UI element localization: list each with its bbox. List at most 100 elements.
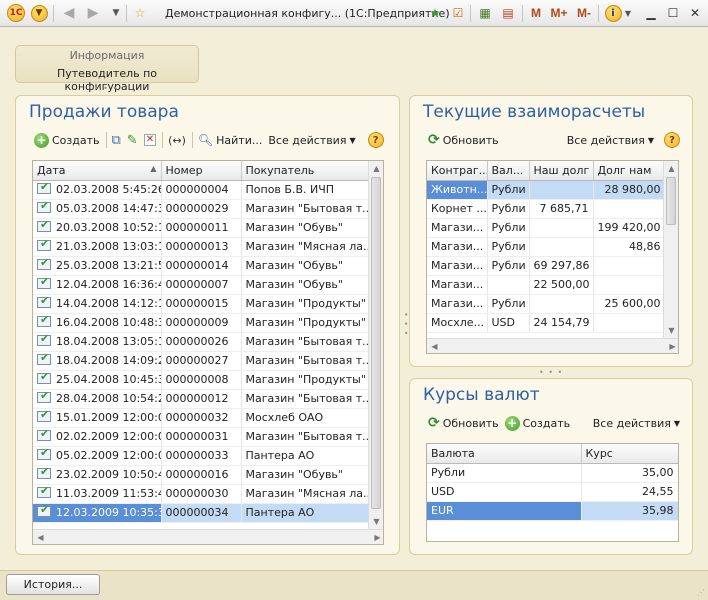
forward-button[interactable]: ▶ — [84, 3, 102, 23]
table-row[interactable]: Магази... Рубли 25 600,00 — [427, 294, 666, 314]
scroll-right-icon[interactable]: ▶ — [370, 530, 383, 544]
cell-currency: Рубли — [487, 237, 530, 257]
favorites-star-icon[interactable]: ☆ — [131, 3, 149, 23]
table-row[interactable]: 02.02.2009 12:00:00000000031Магазин "Быт… — [33, 427, 370, 447]
table-row[interactable]: USD 24,55 — [427, 482, 678, 502]
table-row[interactable]: 02.03.2008 5:45:26000000004Попов Б.В. ИЧ… — [33, 180, 370, 200]
scroll-up-icon[interactable]: ▲ — [369, 161, 383, 176]
cell-date: 11.03.2009 11:53:48 — [33, 484, 162, 504]
info-button[interactable]: i — [603, 3, 623, 23]
table-row[interactable]: Рубли 35,00 — [427, 463, 678, 483]
memory-button[interactable]: M — [529, 3, 543, 23]
add-favorite-star-icon[interactable]: ★ — [426, 3, 444, 23]
create-button[interactable]: + Создать — [504, 415, 570, 431]
post-button[interactable]: (↔) — [168, 134, 186, 147]
column-header-counterparty[interactable]: Контраг... — [427, 161, 488, 181]
scroll-thumb[interactable] — [666, 177, 676, 225]
history-dropdown-button[interactable]: ▼ — [107, 3, 125, 23]
splitter-handle[interactable]: • • • — [539, 368, 563, 377]
chevron-down-icon: ▼ — [349, 135, 356, 145]
table-row[interactable]: Магази... Рубли 48,86 — [427, 237, 666, 257]
memory-add-button[interactable]: M+ — [548, 3, 570, 23]
cell-date: 23.02.2009 10:50:42 — [33, 465, 162, 485]
info-dropdown-button[interactable]: ▼ — [623, 3, 633, 23]
maximize-icon[interactable]: ☐ — [664, 3, 682, 23]
cell-our-debt — [529, 294, 594, 314]
column-header-buyer[interactable]: Покупатель — [241, 161, 370, 181]
table-row[interactable]: Магази... Рубли 69 297,86 — [427, 256, 666, 276]
sales-table[interactable]: Дата▲ Номер Покупатель 02.03.2008 5:45:2… — [32, 160, 384, 545]
scroll-down-icon[interactable]: ▼ — [664, 323, 678, 338]
calculator-icon[interactable]: ▦ — [476, 3, 494, 23]
scroll-right-icon[interactable]: ▶ — [665, 339, 678, 353]
scroll-up-icon[interactable]: ▲ — [664, 161, 678, 176]
table-row[interactable]: 16.04.2008 10:48:32000000009Магазин "Про… — [33, 313, 370, 333]
table-row[interactable]: 12.04.2008 16:36:49000000007Магазин "Обу… — [33, 275, 370, 295]
column-header-date[interactable]: Дата ▲ — [33, 161, 162, 181]
table-row[interactable]: EUR 35,98 — [427, 501, 678, 521]
delete-button[interactable]: ✕ — [143, 134, 157, 146]
column-header-debt-to-us[interactable]: Долг нам — [593, 161, 666, 181]
table-row[interactable]: 25.04.2008 10:45:37000000008Магазин "Про… — [33, 370, 370, 390]
column-header-our-debt[interactable]: Наш долг — [529, 161, 594, 181]
column-header-currency[interactable]: Валюта — [427, 444, 582, 464]
calendar-icon[interactable]: ▤ — [499, 3, 517, 23]
cell-currency: Рубли — [487, 218, 530, 238]
currency-rates-table[interactable]: Валюта Курс Рубли 35,00 USD 24,55 EUR 35,98 — [426, 443, 679, 542]
table-row[interactable]: Корнет ... Рубли 7 685,71 — [427, 199, 666, 219]
cell-currency: Рубли — [427, 463, 582, 483]
table-row[interactable]: 05.02.2009 12:00:00000000033Пантера АО — [33, 446, 370, 466]
table-row[interactable]: 12.03.2009 10:35:33000000034Пантера АО — [33, 503, 370, 523]
table-row[interactable]: Мосхле... USD 24 154,79 — [427, 313, 666, 333]
find-button[interactable]: 🔍︎ Найти... — [198, 133, 262, 147]
table-row[interactable]: 11.03.2009 11:53:48000000030Магазин "Мяс… — [33, 484, 370, 504]
table-row[interactable]: Животн... Рубли 28 980,00 — [427, 180, 666, 200]
table-row[interactable]: 28.04.2008 10:54:24000000012Магазин "Быт… — [33, 389, 370, 409]
main-menu-button[interactable]: ▼ — [29, 3, 49, 23]
back-button[interactable]: ◀ — [60, 3, 78, 23]
table-row[interactable]: Магази... Рубли 199 420,00 — [427, 218, 666, 238]
table-row[interactable]: 20.03.2008 10:52:18000000011Магазин "Обу… — [33, 218, 370, 238]
scroll-left-icon[interactable]: ◀ — [33, 530, 48, 544]
table-row[interactable]: 14.04.2008 14:12:14000000015Магазин "Про… — [33, 294, 370, 314]
all-actions-button[interactable]: Все действия ▼ — [268, 134, 355, 147]
table-row[interactable]: 05.03.2008 14:47:38000000029Магазин "Быт… — [33, 199, 370, 219]
table-row[interactable]: 21.03.2008 13:03:11000000013Магазин "Мяс… — [33, 237, 370, 257]
settlements-table[interactable]: Контраг... Вал... Наш долг Долг нам Живо… — [426, 160, 679, 354]
vertical-scrollbar[interactable]: ▲ ▼ — [368, 161, 383, 529]
column-header-rate[interactable]: Курс — [581, 444, 678, 464]
refresh-button[interactable]: ⟳ Обновить — [428, 416, 499, 430]
table-row[interactable]: 23.02.2009 10:50:42000000016Магазин "Обу… — [33, 465, 370, 485]
app-logo-icon[interactable]: 1С — [5, 3, 27, 23]
vertical-scrollbar[interactable]: ▲ ▼ — [663, 161, 678, 338]
edit-button[interactable]: ✎ — [127, 134, 138, 147]
history-button[interactable]: История... — [6, 574, 100, 595]
splitter-handle[interactable]: • • • — [94, 84, 118, 93]
table-row[interactable]: 15.01.2009 12:00:00000000032Мосхлеб ОАО — [33, 408, 370, 428]
copy-button[interactable]: ⧉ — [112, 134, 121, 147]
horizontal-scrollbar[interactable]: ◀ ▶ — [33, 529, 383, 544]
create-button[interactable]: + Создать — [34, 132, 100, 148]
settlements-panel: Текущие взаиморасчеты ⟳ Обновить Все дейс… — [409, 95, 693, 367]
cell-date: 05.03.2008 14:47:38 — [33, 199, 162, 219]
refresh-button[interactable]: ⟳ Обновить — [428, 133, 499, 147]
all-actions-button[interactable]: Все действия ▼ — [593, 417, 680, 430]
horizontal-scrollbar[interactable]: ◀ ▶ — [427, 338, 678, 353]
minimize-icon[interactable]: ▁ — [642, 3, 660, 23]
close-icon[interactable]: ✕ — [686, 3, 704, 23]
table-row[interactable]: 18.04.2008 14:09:20000000027Магазин "Быт… — [33, 351, 370, 371]
help-button[interactable]: ? — [367, 132, 384, 148]
resize-grip-icon[interactable]: ⋰ — [697, 588, 705, 597]
table-row[interactable]: Магази... 22 500,00 — [427, 275, 666, 295]
table-row[interactable]: 25.03.2008 13:21:56000000014Магазин "Обу… — [33, 256, 370, 276]
memory-subtract-button[interactable]: M- — [573, 3, 595, 23]
scroll-down-icon[interactable]: ▼ — [369, 514, 383, 529]
scroll-left-icon[interactable]: ◀ — [427, 339, 442, 353]
column-header-number[interactable]: Номер — [161, 161, 242, 181]
help-button[interactable]: ? — [664, 132, 680, 148]
scroll-thumb[interactable] — [371, 177, 381, 509]
column-header-currency[interactable]: Вал... — [487, 161, 530, 181]
table-row[interactable]: 18.04.2008 13:05:11000000026Магазин "Быт… — [33, 332, 370, 352]
all-actions-button[interactable]: Все действия ▼ — [567, 134, 654, 147]
favorites-list-icon[interactable]: ☑ — [449, 3, 467, 23]
